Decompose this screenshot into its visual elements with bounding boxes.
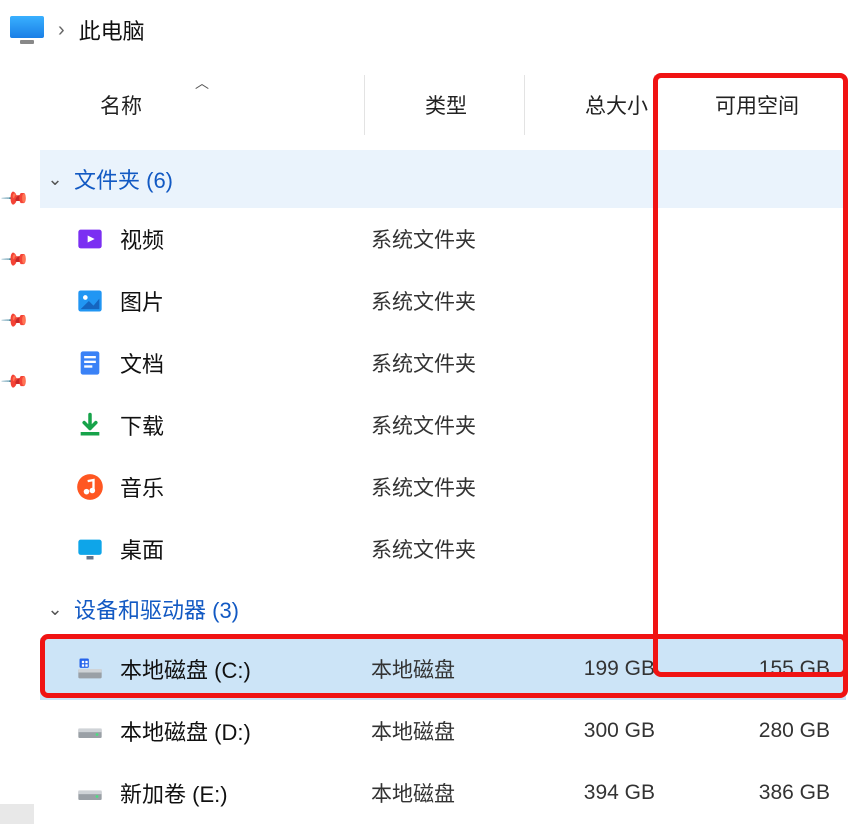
item-size: 199 GB [531,657,661,681]
item-free: 155 GB [661,657,846,681]
column-header-label: 可用空间 [715,90,799,120]
item-name: 图片 [120,285,164,317]
content-area: ⌄ 文件夹 (6) 视频 系统文件夹 图片 系统文件夹 [40,150,846,824]
list-item[interactable]: 下载 系统文件夹 [40,394,846,456]
item-type: 系统文件夹 [371,224,531,254]
explorer-window: › 此电脑 📌 📌 📌 📌 ︿ 名称 类型 总大小 可用空间 ⌄ 文件夹 (6) [0,0,856,824]
item-type: 系统文件夹 [371,410,531,440]
group-label: 文件夹 (6) [74,163,173,195]
pin-icon: 📌 [0,305,30,335]
documents-icon [76,349,104,377]
pin-icon: 📌 [0,183,30,213]
list-item[interactable]: 桌面 系统文件夹 [40,518,846,580]
list-item[interactable]: 文档 系统文件夹 [40,332,846,394]
breadcrumb-location[interactable]: 此电脑 [79,14,145,46]
item-type: 系统文件夹 [371,286,531,316]
pictures-icon [76,287,104,315]
item-type: 本地磁盘 [371,778,531,808]
drive-icon [76,779,104,807]
list-item[interactable]: 新加卷 (E:) 本地磁盘 394 GB 386 GB [40,762,846,824]
item-size: 300 GB [531,719,661,743]
music-icon [76,473,104,501]
item-type: 本地磁盘 [371,654,531,684]
list-item[interactable]: 音乐 系统文件夹 [40,456,846,518]
item-name: 视频 [120,223,164,255]
item-name: 音乐 [120,471,164,503]
column-header-label: 名称 [100,90,142,120]
item-size: 394 GB [531,781,661,805]
column-header-label: 类型 [425,90,467,120]
item-name: 下载 [120,409,164,441]
group-header-folders[interactable]: ⌄ 文件夹 (6) [40,150,846,208]
item-type: 本地磁盘 [371,716,531,746]
pin-gutter: 📌 📌 📌 📌 [4,188,26,392]
item-name: 本地磁盘 (C:) [120,653,251,685]
chevron-down-icon: ⌄ [46,169,64,190]
item-type: 系统文件夹 [371,472,531,502]
sort-ascending-icon: ︿ [195,73,209,93]
item-name: 新加卷 (E:) [120,777,228,809]
pin-icon: 📌 [0,366,30,396]
column-header-type[interactable]: 类型 [365,75,525,135]
group-header-devices[interactable]: ⌄ 设备和驱动器 (3) [40,580,846,638]
downloads-icon [76,411,104,439]
chevron-down-icon: ⌄ [46,599,64,620]
item-free: 280 GB [661,719,846,743]
desktop-icon [76,535,104,563]
column-header-name[interactable]: ︿ 名称 [40,75,365,135]
breadcrumb[interactable]: › 此电脑 [0,0,856,60]
drive-c-icon [76,655,104,683]
video-icon [76,225,104,253]
list-item[interactable]: 视频 系统文件夹 [40,208,846,270]
scrollbar-stub[interactable] [0,804,34,824]
group-label: 设备和驱动器 (3) [74,593,239,625]
list-item[interactable]: 本地磁盘 (D:) 本地磁盘 300 GB 280 GB [40,700,846,762]
column-header-free[interactable]: 可用空间 [655,75,846,135]
column-headers: ︿ 名称 类型 总大小 可用空间 [40,75,846,135]
list-item[interactable]: 本地磁盘 (C:) 本地磁盘 199 GB 155 GB [40,638,846,700]
item-type: 系统文件夹 [371,534,531,564]
column-header-size[interactable]: 总大小 [525,75,655,135]
item-name: 桌面 [120,533,164,565]
pin-icon: 📌 [0,244,30,274]
column-header-label: 总大小 [585,90,648,120]
item-name: 本地磁盘 (D:) [120,715,251,747]
item-type: 系统文件夹 [371,348,531,378]
list-item[interactable]: 图片 系统文件夹 [40,270,846,332]
item-name: 文档 [120,347,164,379]
this-pc-icon [10,16,44,44]
drive-icon [76,717,104,745]
item-free: 386 GB [661,781,846,805]
breadcrumb-separator: › [58,19,65,42]
